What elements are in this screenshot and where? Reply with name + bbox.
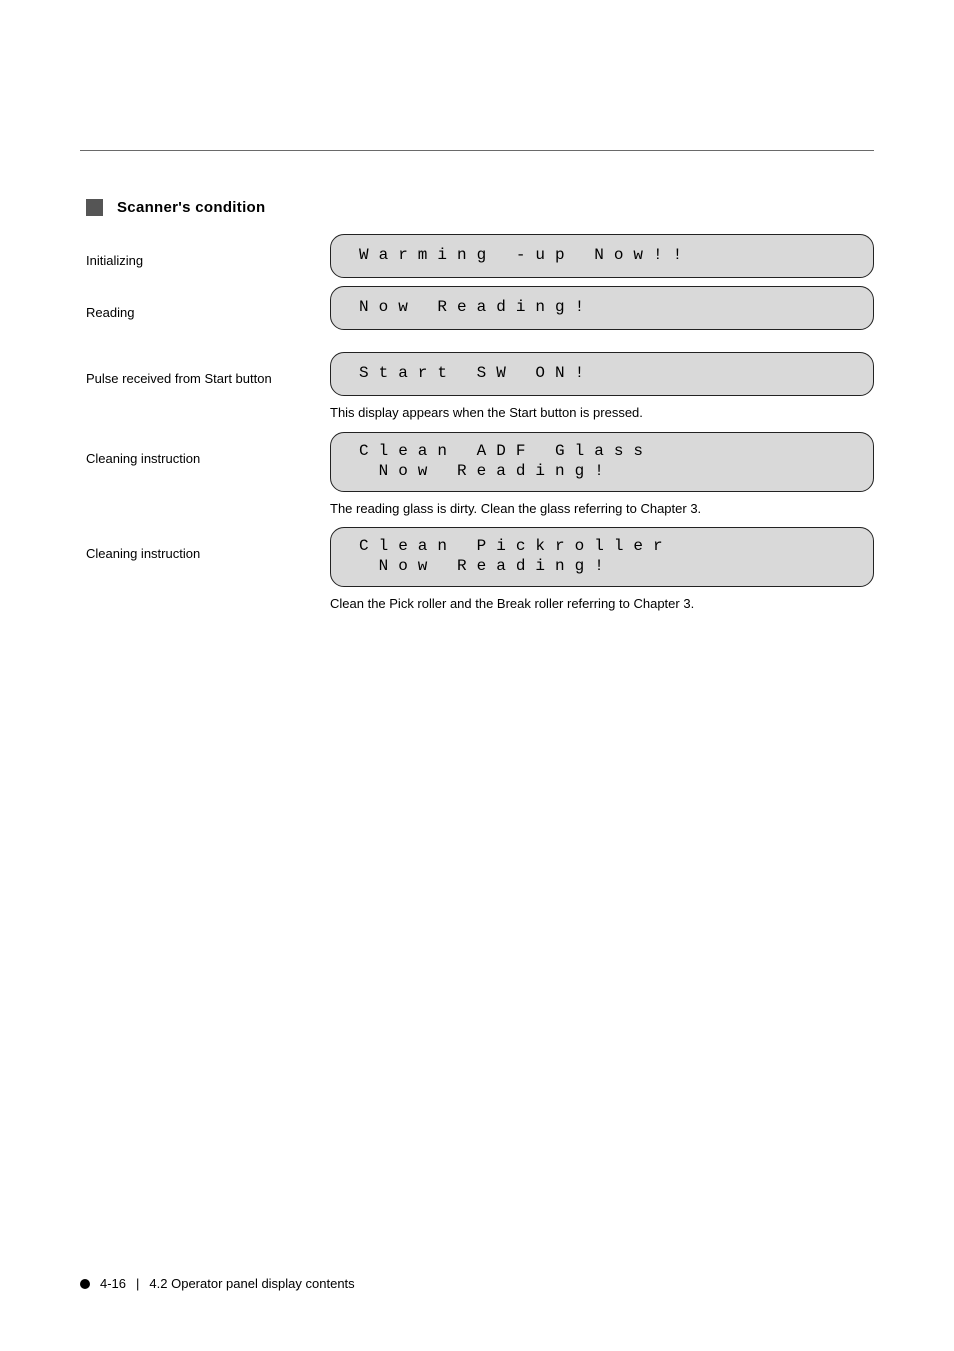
label-clean-roller: Cleaning instruction — [86, 527, 330, 563]
label-initializing: Initializing — [86, 234, 330, 270]
group-header: Scanner's condition — [86, 199, 874, 216]
section-heading — [80, 150, 874, 151]
footer-page-number: 4-16 — [100, 1276, 126, 1291]
row-clean-glass: Cleaning instruction Clean ADF Glass Now… — [86, 432, 874, 492]
lcd-line-2: Now Reading! — [359, 556, 853, 576]
lcd-start-sw-on: Start SW ON! — [330, 352, 874, 396]
lcd-line-2: Now Reading! — [359, 461, 853, 481]
group-title: Scanner's condition — [117, 199, 265, 216]
label-reading: Reading — [86, 286, 330, 322]
lcd-clean-adf-glass: Clean ADF Glass Now Reading! — [330, 432, 874, 492]
desc-clean-roller: Clean the Pick roller and the Break roll… — [330, 595, 874, 613]
row-clean-roller: Cleaning instruction Clean Pickroller No… — [86, 527, 874, 587]
lcd-line-1: Clean ADF Glass — [359, 442, 653, 460]
footer-divider: | — [136, 1276, 139, 1291]
lcd-now-reading: Now Reading! — [330, 286, 874, 330]
square-bullet-icon — [86, 199, 103, 216]
status-group: Scanner's condition Initializing Warming… — [86, 199, 874, 613]
bullet-icon — [80, 1279, 90, 1289]
lcd-warming-up: Warming -up Now!! — [330, 234, 874, 278]
lcd-line-1: Clean Pickroller — [359, 537, 673, 555]
desc-clean-glass: The reading glass is dirty. Clean the gl… — [330, 500, 874, 518]
label-start-pulse: Pulse received from Start button — [86, 352, 330, 388]
heading-rule — [80, 150, 874, 151]
row-reading: Reading Now Reading! — [86, 286, 874, 330]
label-clean-glass: Cleaning instruction — [86, 432, 330, 468]
desc-start-pulse: This display appears when the Start butt… — [330, 404, 874, 422]
footer-section-title: 4.2 Operator panel display contents — [149, 1276, 354, 1291]
row-start-pulse: Pulse received from Start button Start S… — [86, 352, 874, 396]
row-initializing: Initializing Warming -up Now!! — [86, 234, 874, 278]
page-footer: 4-16 | 4.2 Operator panel display conten… — [80, 1276, 355, 1291]
lcd-clean-pickroller: Clean Pickroller Now Reading! — [330, 527, 874, 587]
